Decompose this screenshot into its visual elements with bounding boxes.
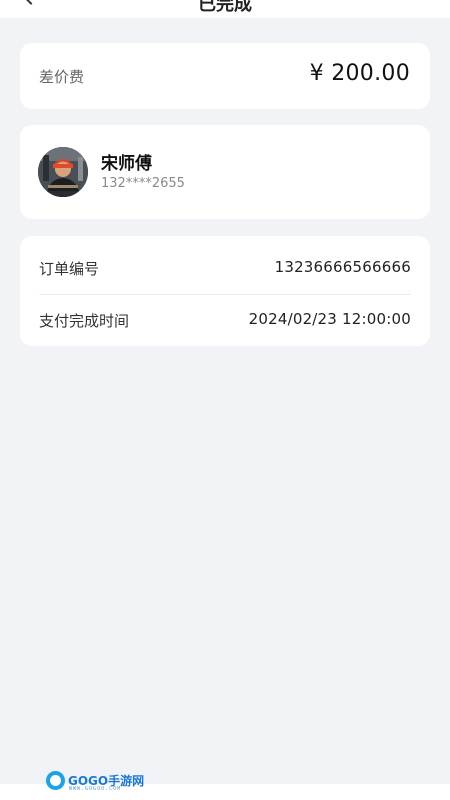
price-difference-card: 差价费 ¥ 200.00 [20, 43, 430, 109]
watermark-url: WWW.GOGO0.COM [69, 786, 122, 792]
order-number-row: 订单编号 13236666566666 [39, 258, 411, 282]
driver-phone: 132****2655 [101, 176, 185, 191]
divider [39, 294, 411, 295]
driver-name: 宋师傅 [101, 154, 152, 174]
driver-card[interactable]: 宋师傅 132****2655 [20, 125, 430, 219]
order-info-card: 订单编号 13236666566666 支付完成时间 2024/02/23 12… [20, 236, 430, 346]
driver-avatar [38, 147, 88, 197]
order-number-label: 订单编号 [39, 260, 100, 278]
fee-label: 差价费 [39, 68, 85, 86]
fee-amount: ¥ 200.00 [309, 61, 410, 86]
navigation-bar: 已完成 [0, 0, 450, 18]
payment-time-label: 支付完成时间 [39, 312, 130, 330]
page-title: 已完成 [198, 0, 252, 15]
payment-time-value: 2024/02/23 12:00:00 [248, 310, 411, 328]
order-number-value: 13236666566666 [274, 258, 411, 276]
watermark-logo-icon [46, 770, 65, 790]
payment-time-row: 支付完成时间 2024/02/23 12:00:00 [39, 310, 411, 334]
avatar-photo-icon [38, 147, 88, 197]
